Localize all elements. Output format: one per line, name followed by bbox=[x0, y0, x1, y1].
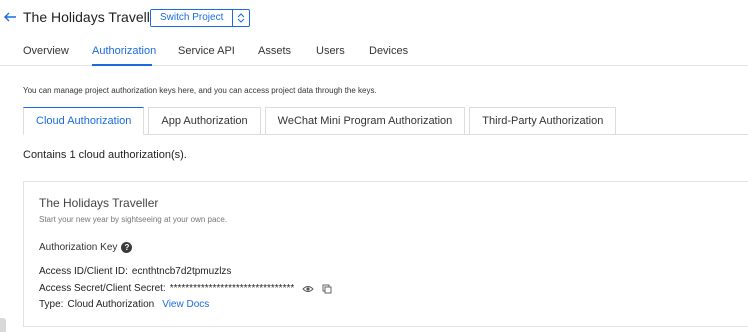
tab-users[interactable]: Users bbox=[316, 45, 345, 57]
back-arrow-icon[interactable] bbox=[2, 9, 18, 25]
secret-value: ******************************** bbox=[169, 283, 295, 294]
type-row: Type: Cloud Authorization View Docs bbox=[39, 299, 209, 310]
switch-project-toggle[interactable] bbox=[233, 10, 249, 26]
type-value: Cloud Authorization bbox=[67, 299, 155, 310]
intro-text: You can manage project authorization key… bbox=[23, 86, 377, 95]
access-id-value: ecnthtncb7d2tpmuzlzs bbox=[131, 266, 232, 277]
top-nav: Overview Authorization Service API Asset… bbox=[0, 36, 748, 66]
switch-project-group: Switch Project bbox=[150, 9, 251, 27]
corner-fragment bbox=[0, 318, 6, 332]
tab-assets[interactable]: Assets bbox=[258, 45, 291, 57]
view-docs-link[interactable]: View Docs bbox=[162, 299, 209, 310]
app-title: The Holidays Traveller bbox=[23, 9, 163, 25]
tab-service-api[interactable]: Service API bbox=[178, 45, 235, 57]
authorization-key-label: Authorization Key bbox=[39, 242, 118, 253]
switch-project-button[interactable]: Switch Project bbox=[151, 10, 234, 26]
subtab-wechat-mini-program-authorization[interactable]: WeChat Mini Program Authorization bbox=[264, 107, 466, 135]
card-title: The Holidays Traveller bbox=[39, 196, 159, 210]
access-id-row: Access ID/Client ID: ecnthtncb7d2tpmuzlz… bbox=[39, 266, 231, 277]
access-id-label: Access ID/Client ID: bbox=[39, 266, 128, 277]
active-tab-indicator bbox=[92, 64, 152, 66]
authorization-key-heading: Authorization Key ? bbox=[39, 242, 133, 253]
subtabs: Cloud Authorization App Authorization We… bbox=[23, 107, 620, 135]
updown-arrows-icon bbox=[238, 13, 245, 23]
tab-authorization[interactable]: Authorization bbox=[92, 45, 156, 57]
subtab-cloud-authorization[interactable]: Cloud Authorization bbox=[23, 107, 145, 135]
secret-label: Access Secret/Client Secret: bbox=[39, 283, 166, 294]
tab-devices[interactable]: Devices bbox=[369, 45, 408, 57]
secret-row: Access Secret/Client Secret: ***********… bbox=[39, 283, 332, 294]
authorization-card: The Holidays Traveller Start your new ye… bbox=[23, 181, 748, 327]
card-subtitle: Start your new year by sightseeing at yo… bbox=[39, 215, 228, 224]
tab-overview[interactable]: Overview bbox=[23, 45, 69, 57]
authorization-count: Contains 1 cloud authorization(s). bbox=[23, 149, 187, 161]
subtab-third-party-authorization[interactable]: Third-Party Authorization bbox=[469, 107, 617, 135]
question-icon[interactable]: ? bbox=[121, 242, 133, 253]
subtab-app-authorization[interactable]: App Authorization bbox=[148, 107, 261, 135]
type-label: Type: bbox=[39, 299, 64, 310]
copy-icon[interactable] bbox=[322, 284, 332, 294]
header: The Holidays Traveller Switch Project bbox=[0, 0, 748, 36]
eye-icon[interactable] bbox=[302, 284, 314, 294]
